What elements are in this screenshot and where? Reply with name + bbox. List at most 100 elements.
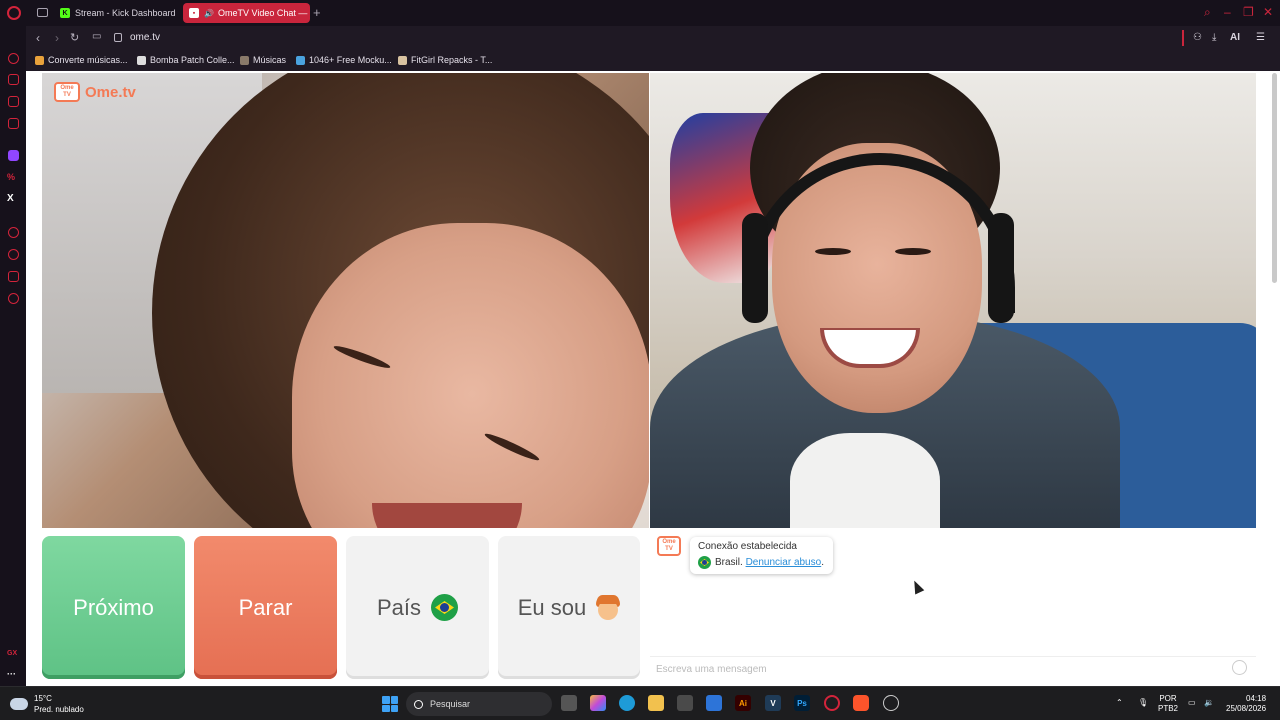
lock-icon[interactable] bbox=[114, 33, 122, 42]
edge-icon[interactable] bbox=[619, 695, 635, 711]
copilot-icon[interactable] bbox=[590, 695, 606, 711]
messenger-icon[interactable] bbox=[8, 96, 19, 107]
partner-country: Brasil. bbox=[715, 557, 743, 568]
minimize-button[interactable]: – bbox=[1224, 5, 1231, 19]
file-explorer-icon[interactable] bbox=[648, 695, 664, 711]
workspaces-icon[interactable] bbox=[37, 8, 48, 17]
self-video bbox=[650, 73, 1256, 528]
ai-label: AI bbox=[1230, 32, 1240, 43]
lang-top: POR bbox=[1159, 694, 1177, 703]
bookmark-item[interactable]: Converte músicas... bbox=[35, 55, 128, 65]
player-icon[interactable] bbox=[8, 227, 19, 238]
photoshop-icon[interactable]: Ps bbox=[794, 695, 810, 711]
bookmark-item[interactable]: 1046+ Free Mocku... bbox=[296, 55, 392, 65]
brave-icon[interactable] bbox=[853, 695, 869, 711]
emoji-picker-icon[interactable] bbox=[1232, 660, 1247, 675]
ometv-logo[interactable]: Ome TV Ome.tv bbox=[54, 82, 136, 102]
close-window-button[interactable]: ✕ bbox=[1263, 5, 1273, 19]
speaker-icon[interactable]: 🔊 bbox=[204, 9, 214, 18]
brazil-flag-icon bbox=[431, 594, 459, 621]
connection-status: Conexão estabelecida bbox=[698, 541, 797, 552]
headphone-cup bbox=[988, 213, 1014, 323]
mail-icon[interactable] bbox=[706, 695, 722, 711]
network-icon[interactable]: ▭ bbox=[1188, 698, 1196, 708]
video-eye bbox=[895, 248, 931, 255]
tray-chevron-icon[interactable]: ⌃ bbox=[1116, 698, 1123, 708]
bookmark-favicon-icon bbox=[35, 55, 44, 65]
ometv-logo-text: Ome.tv bbox=[85, 83, 136, 101]
bookmark-favicon-icon bbox=[137, 55, 146, 65]
gx-corner-icon[interactable]: GX bbox=[7, 650, 17, 657]
gender-button[interactable]: Eu sou bbox=[498, 536, 640, 679]
obs-icon[interactable] bbox=[883, 695, 899, 711]
weather-desc: Pred. nublado bbox=[34, 705, 84, 714]
bookmark-favicon-icon bbox=[240, 55, 249, 65]
report-abuse-link[interactable]: Denunciar abuso bbox=[746, 557, 822, 568]
clock-time: 04:18 bbox=[1246, 694, 1267, 703]
illustrator-icon[interactable]: Ai bbox=[735, 695, 751, 711]
video-eye bbox=[815, 248, 851, 255]
twitch-icon[interactable] bbox=[8, 150, 19, 161]
volume-icon[interactable]: 🔉 bbox=[1204, 698, 1214, 708]
search-tabs-icon[interactable]: ⌕ bbox=[1204, 5, 1211, 20]
scrollbar[interactable] bbox=[1272, 73, 1277, 283]
bookmark-item[interactable]: Bomba Patch Colle... bbox=[137, 55, 235, 65]
forward-button[interactable]: › bbox=[55, 31, 59, 45]
taskbar-search[interactable]: Pesquisar bbox=[406, 692, 552, 716]
next-button[interactable]: Próximo bbox=[42, 536, 185, 679]
country-label: País bbox=[376, 594, 422, 620]
stop-label: Parar bbox=[238, 594, 293, 620]
x-icon[interactable]: X bbox=[7, 193, 14, 204]
aria-icon[interactable] bbox=[8, 53, 19, 64]
bookmark-item[interactable]: FitGirl Repacks - T... bbox=[398, 55, 492, 65]
headphone-cup bbox=[742, 213, 768, 323]
tab-label: Stream - Kick Dashboard bbox=[75, 8, 176, 18]
camera-icon[interactable]: ▭ bbox=[92, 31, 101, 42]
windows-start-icon[interactable] bbox=[382, 696, 398, 712]
ometv-chat-avatar-icon: Ome TV bbox=[657, 536, 681, 556]
gmail-icon[interactable] bbox=[8, 118, 19, 129]
video-person-face bbox=[292, 223, 649, 528]
maximize-button[interactable]: ❐ bbox=[1243, 5, 1254, 19]
download-icon[interactable]: ⤓ bbox=[1212, 32, 1216, 43]
percent-icon[interactable]: % bbox=[7, 172, 15, 182]
weather-widget[interactable]: 15°C Pred. nublado bbox=[10, 693, 84, 715]
bookmark-label: Bomba Patch Colle... bbox=[150, 55, 235, 65]
country-button[interactable]: País bbox=[346, 536, 489, 679]
opera-logo-icon[interactable] bbox=[7, 6, 21, 20]
opera-gx-taskbar-icon[interactable] bbox=[824, 695, 840, 711]
tab-ometv[interactable]: ▪ 🔊 OmeTV Video Chat — C bbox=[183, 3, 310, 23]
cloud-icon bbox=[10, 698, 28, 710]
pinboard-icon[interactable] bbox=[8, 271, 19, 282]
ometv-tab-icon: ▪ bbox=[189, 8, 199, 18]
reload-button[interactable]: ↻ bbox=[70, 31, 79, 44]
clock[interactable]: 04:18 25/08/2026 bbox=[1226, 694, 1266, 714]
history-icon[interactable] bbox=[8, 249, 19, 260]
tab-kick-dashboard[interactable]: K Stream - Kick Dashboard bbox=[54, 3, 178, 23]
browser-sidebar: % X GX ··· bbox=[0, 26, 26, 686]
bookmark-item[interactable]: Músicas bbox=[240, 55, 286, 65]
vegas-icon[interactable]: V bbox=[765, 695, 781, 711]
gender-label: Eu sou bbox=[517, 594, 587, 620]
language-indicator[interactable]: POR PTB2 bbox=[1158, 694, 1178, 714]
ometv-logo-icon: Ome TV bbox=[54, 82, 80, 102]
message-input[interactable] bbox=[656, 661, 1216, 677]
task-view-icon[interactable] bbox=[561, 695, 577, 711]
ai-button[interactable]: AI bbox=[1230, 32, 1240, 43]
microphone-icon[interactable]: 🎙 bbox=[1138, 698, 1148, 708]
back-button[interactable]: ‹ bbox=[36, 31, 40, 45]
stop-button[interactable]: Parar bbox=[194, 536, 337, 679]
more-icon[interactable]: ··· bbox=[7, 669, 16, 679]
store-icon[interactable] bbox=[677, 695, 693, 711]
url-field[interactable]: ome.tv bbox=[130, 32, 160, 43]
bookmark-label: Converte músicas... bbox=[48, 55, 128, 65]
settings-icon[interactable] bbox=[8, 293, 19, 304]
report-suffix: . bbox=[821, 557, 824, 568]
extensions-icon[interactable] bbox=[8, 74, 19, 85]
menu-icon[interactable]: ☰ bbox=[1256, 32, 1265, 43]
profile-icon[interactable]: ⚇ bbox=[1193, 32, 1202, 43]
video-mouth bbox=[372, 503, 522, 528]
bookmark-label: FitGirl Repacks - T... bbox=[411, 55, 493, 65]
divider bbox=[1182, 30, 1184, 46]
new-tab-button[interactable]: + bbox=[313, 5, 321, 20]
